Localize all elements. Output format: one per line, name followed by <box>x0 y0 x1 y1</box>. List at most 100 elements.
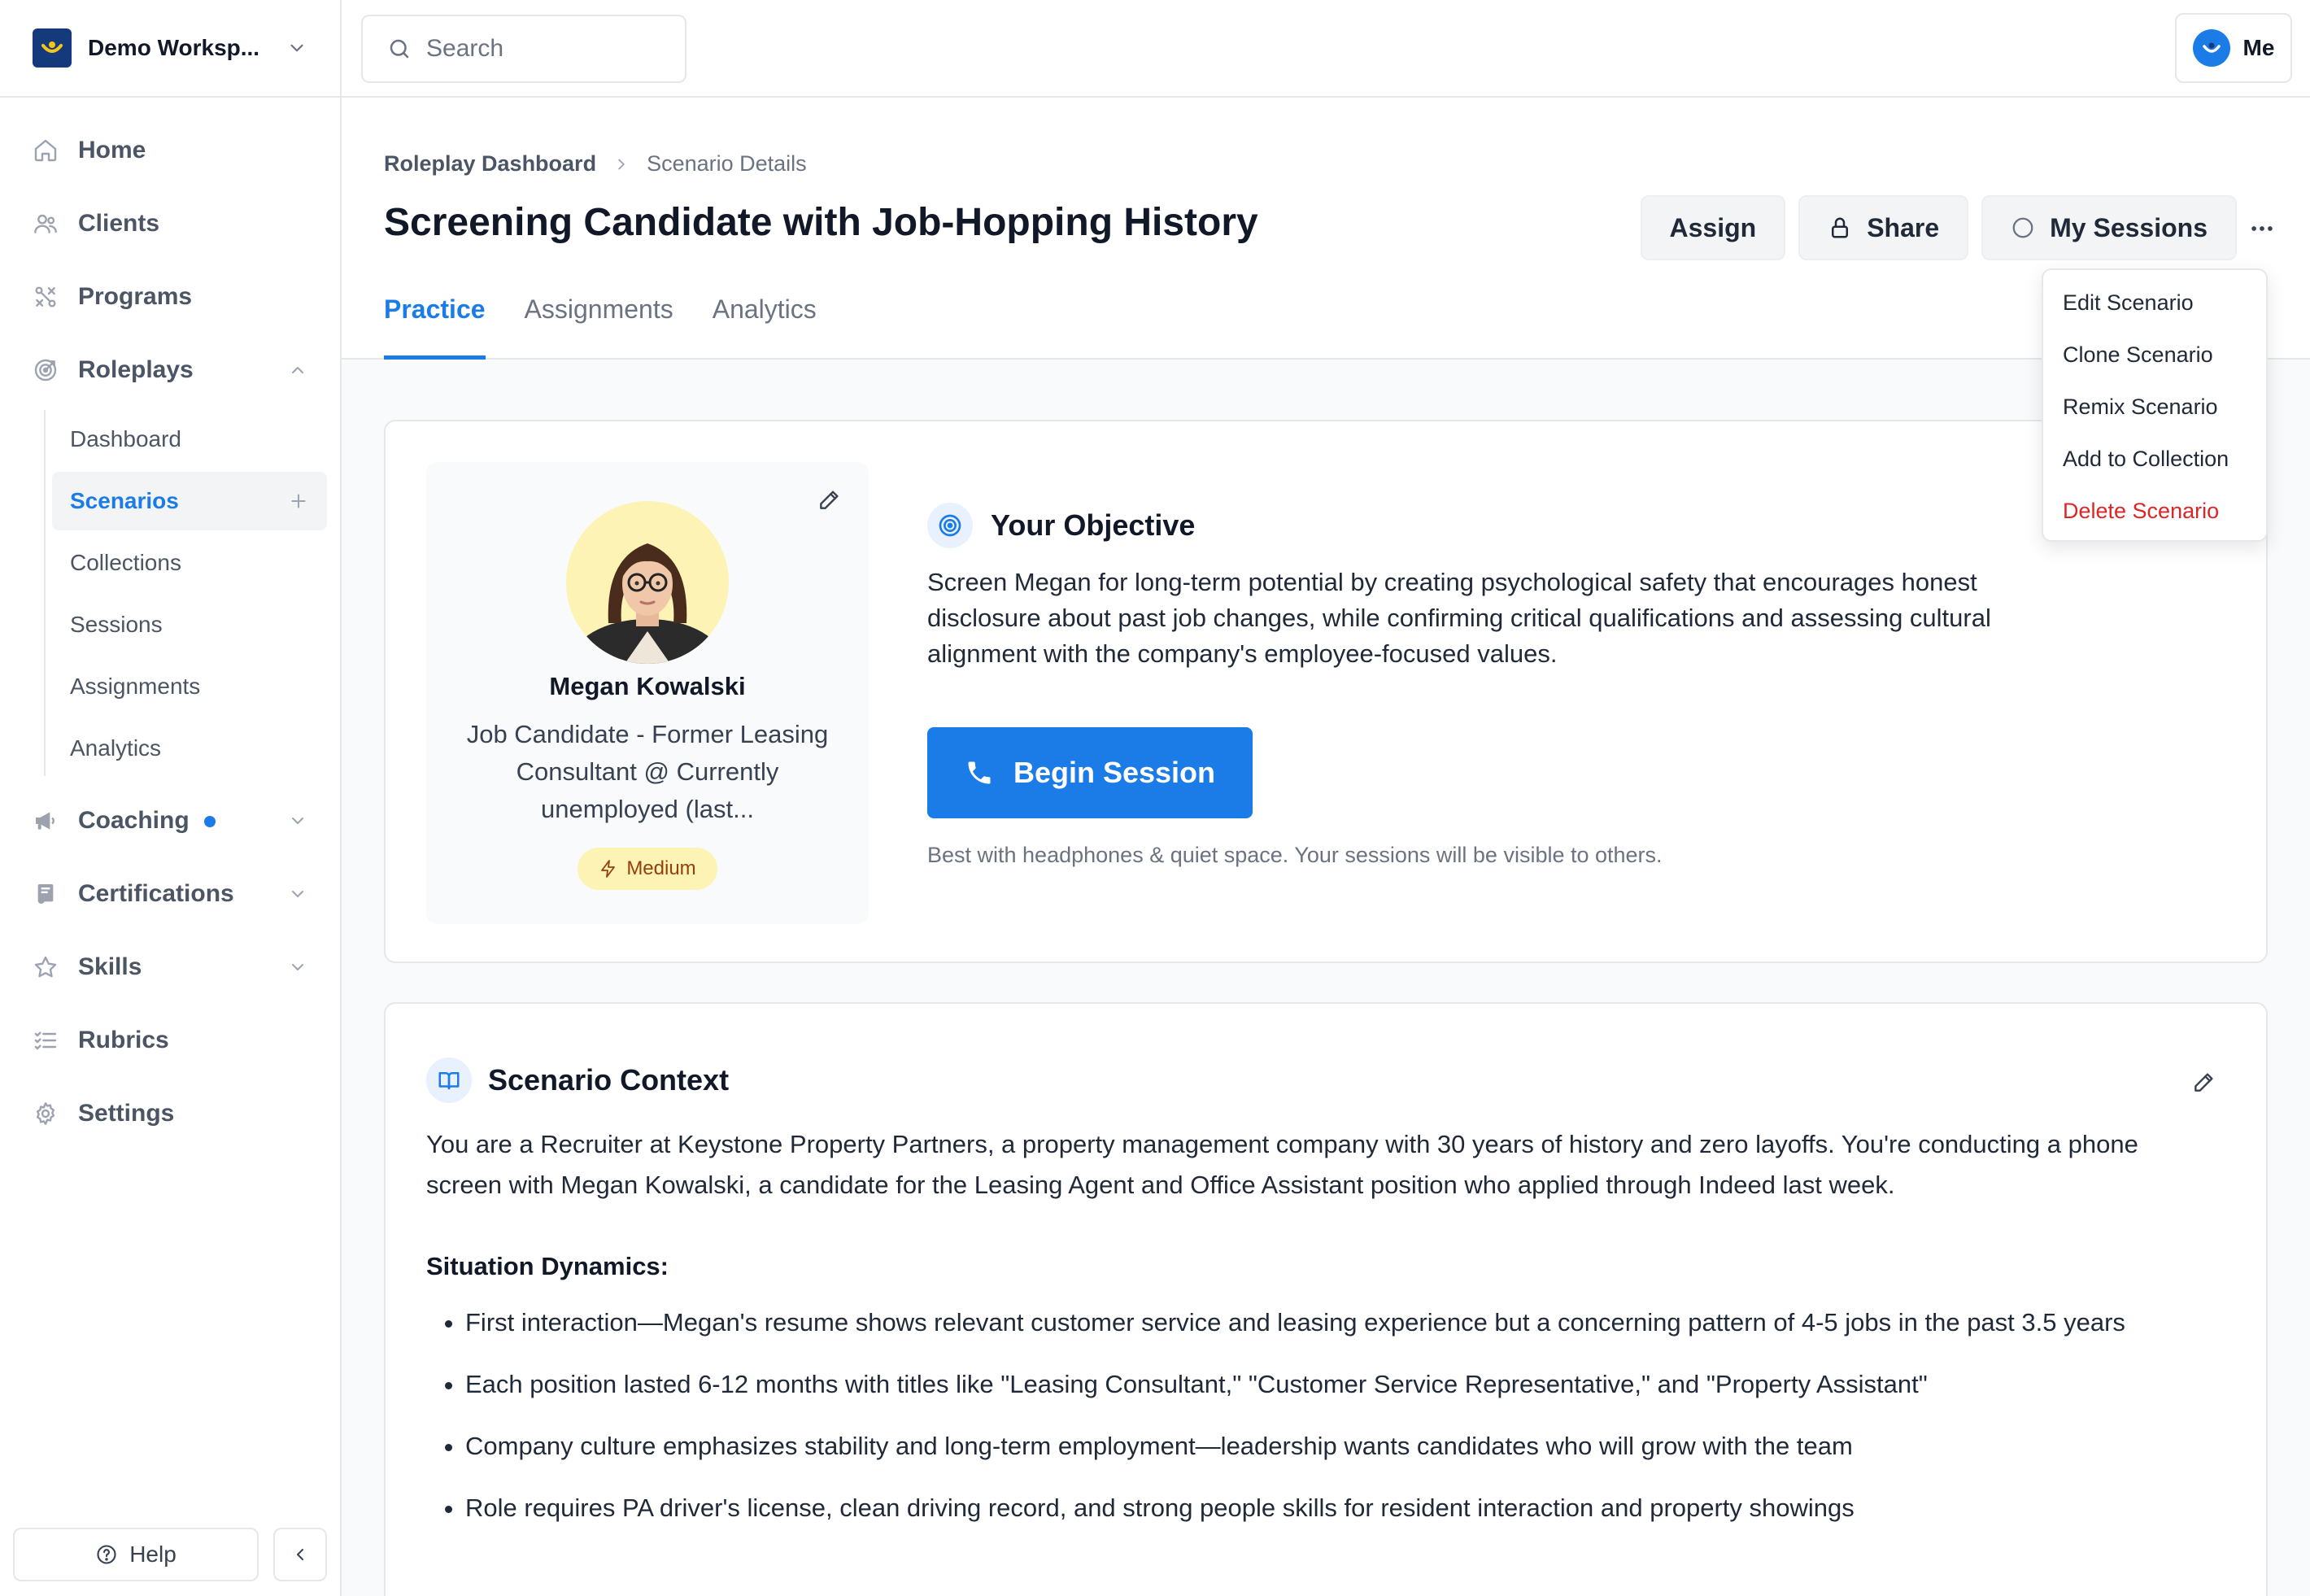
menu-item-clone-scenario[interactable]: Clone Scenario <box>2043 329 2266 381</box>
tab-practice[interactable]: Practice <box>384 294 486 360</box>
circle-icon <box>2011 216 2035 240</box>
search-input[interactable]: Search <box>361 15 686 83</box>
workspace-switcher[interactable]: Demo Worksp... <box>0 0 340 98</box>
avatar <box>2192 29 2230 67</box>
edit-context-icon[interactable] <box>2191 1069 2217 1095</box>
sidebar-item-roleplays[interactable]: Roleplays <box>0 334 340 407</box>
list-item: Role requires PA driver's license, clean… <box>465 1487 2217 1529</box>
objective-text: Screen Megan for long-term potential by … <box>927 568 1991 668</box>
tabs: Practice Assignments Analytics <box>384 294 817 360</box>
sidebar-item-settings[interactable]: Settings <box>0 1077 340 1150</box>
sidebar-item-programs[interactable]: Programs <box>0 260 340 334</box>
chevron-down-icon[interactable] <box>288 811 307 831</box>
my-sessions-label: My Sessions <box>2050 212 2208 242</box>
help-button[interactable]: Help <box>13 1528 259 1581</box>
coaching-label: Coaching <box>78 807 190 834</box>
target-icon <box>927 503 973 548</box>
workspace-name: Demo Worksp... <box>88 35 260 60</box>
sidebar-item-label: Coaching <box>78 807 288 835</box>
header-actions: Assign Share My Sessions <box>1640 195 2237 260</box>
list-item: Company culture emphasizes stability and… <box>465 1425 2217 1467</box>
roleplays-subnav: Dashboard Scenarios Collections Sessions… <box>44 410 340 784</box>
search-icon <box>387 37 412 61</box>
star-icon <box>33 954 59 980</box>
tab-analytics[interactable]: Analytics <box>713 294 817 360</box>
main-nav: Home Clients Programs Roleplays Dashboar… <box>0 98 340 1150</box>
list-item: Each position lasted 6-12 months with ti… <box>465 1363 2217 1406</box>
difficulty-badge: Medium <box>578 848 717 890</box>
more-options-button[interactable] <box>2242 208 2282 249</box>
sidebar-item-label: Settings <box>78 1100 175 1127</box>
sidebar-item-label: Certifications <box>78 880 234 907</box>
situation-list: First interaction—Megan's resume shows r… <box>426 1302 2217 1529</box>
user-menu-button[interactable]: Me <box>2175 13 2292 83</box>
objective-section: Your Objective Screen Megan for long-ter… <box>927 503 2066 868</box>
context-subheading: Situation Dynamics: <box>426 1252 669 1280</box>
search-placeholder: Search <box>426 35 504 62</box>
sidebar: Demo Worksp... Home Clients Programs Rol… <box>0 0 342 1596</box>
sidebar-item-certifications[interactable]: Certifications <box>0 857 340 931</box>
subnav-item-scenarios[interactable]: Scenarios <box>52 472 327 530</box>
menu-item-add-to-collection[interactable]: Add to Collection <box>2043 433 2266 485</box>
chevron-down-icon <box>286 37 307 59</box>
share-button[interactable]: Share <box>1798 195 1969 260</box>
sidebar-item-rubrics[interactable]: Rubrics <box>0 1004 340 1077</box>
share-label: Share <box>1867 212 1940 242</box>
my-sessions-button[interactable]: My Sessions <box>1981 195 2237 260</box>
breadcrumb-current: Scenario Details <box>647 151 807 176</box>
assign-button[interactable]: Assign <box>1640 195 1786 260</box>
persona-card: Megan Kowalski Job Candidate - Former Le… <box>426 462 869 924</box>
practice-card: Megan Kowalski Job Candidate - Former Le… <box>384 420 2268 963</box>
begin-session-button[interactable]: Begin Session <box>927 727 1253 818</box>
help-label: Help <box>129 1541 177 1567</box>
context-title: Scenario Context <box>488 1063 730 1097</box>
chevron-up-icon[interactable] <box>288 360 307 380</box>
context-body: You are a Recruiter at Keystone Property… <box>426 1124 2217 1549</box>
chevron-down-icon[interactable] <box>288 957 307 977</box>
programs-icon <box>33 284 59 310</box>
notification-dot <box>203 816 216 828</box>
persona-role: Job Candidate - Former Leasing Consultan… <box>466 720 829 823</box>
sidebar-item-clients[interactable]: Clients <box>0 187 340 260</box>
collapse-sidebar-button[interactable] <box>273 1528 327 1581</box>
objective-header: Your Objective <box>927 503 2066 548</box>
sidebar-item-skills[interactable]: Skills <box>0 931 340 1004</box>
begin-session-label: Begin Session <box>1013 756 1216 789</box>
subnav-item-label: Assignments <box>70 674 201 699</box>
sidebar-item-home[interactable]: Home <box>0 114 340 187</box>
menu-item-remix-scenario[interactable]: Remix Scenario <box>2043 381 2266 433</box>
subnav-item-label: Scenarios <box>70 488 179 513</box>
objective-title: Your Objective <box>991 508 1196 542</box>
persona-avatar <box>566 501 729 664</box>
subnav-item-assignments[interactable]: Assignments <box>52 657 327 716</box>
lightning-icon <box>599 859 618 879</box>
subnav-item-dashboard[interactable]: Dashboard <box>52 410 327 469</box>
context-intro: You are a Recruiter at Keystone Property… <box>426 1130 2138 1199</box>
subnav-item-sessions[interactable]: Sessions <box>52 595 327 654</box>
topbar: Search Me <box>342 0 2310 98</box>
subnav-item-collections[interactable]: Collections <box>52 534 327 592</box>
help-circle-icon <box>95 1543 118 1566</box>
plus-icon[interactable] <box>288 491 309 512</box>
sidebar-item-label: Rubrics <box>78 1027 169 1053</box>
megaphone-icon <box>33 808 59 834</box>
sidebar-item-label: Programs <box>78 283 193 310</box>
certificate-icon <box>33 881 59 907</box>
sidebar-item-label: Skills <box>78 953 142 980</box>
edit-persona-icon[interactable] <box>817 486 843 512</box>
user-label: Me <box>2242 35 2275 60</box>
chevron-down-icon[interactable] <box>288 884 307 904</box>
breadcrumb-link[interactable]: Roleplay Dashboard <box>384 151 596 177</box>
workspace-logo <box>33 28 72 68</box>
sidebar-item-coaching[interactable]: Coaching <box>0 784 340 857</box>
menu-item-edit-scenario[interactable]: Edit Scenario <box>2043 277 2266 329</box>
list-item: First interaction—Megan's resume shows r… <box>465 1302 2217 1344</box>
more-horizontal-icon <box>2248 215 2276 242</box>
subnav-item-analytics[interactable]: Analytics <box>52 719 327 778</box>
sidebar-item-label: Home <box>78 137 146 164</box>
assign-label: Assign <box>1669 212 1757 242</box>
menu-item-delete-scenario[interactable]: Delete Scenario <box>2043 485 2266 537</box>
tab-assignments[interactable]: Assignments <box>525 294 673 360</box>
lock-icon <box>1828 216 1852 240</box>
sidebar-item-label: Clients <box>78 210 160 237</box>
